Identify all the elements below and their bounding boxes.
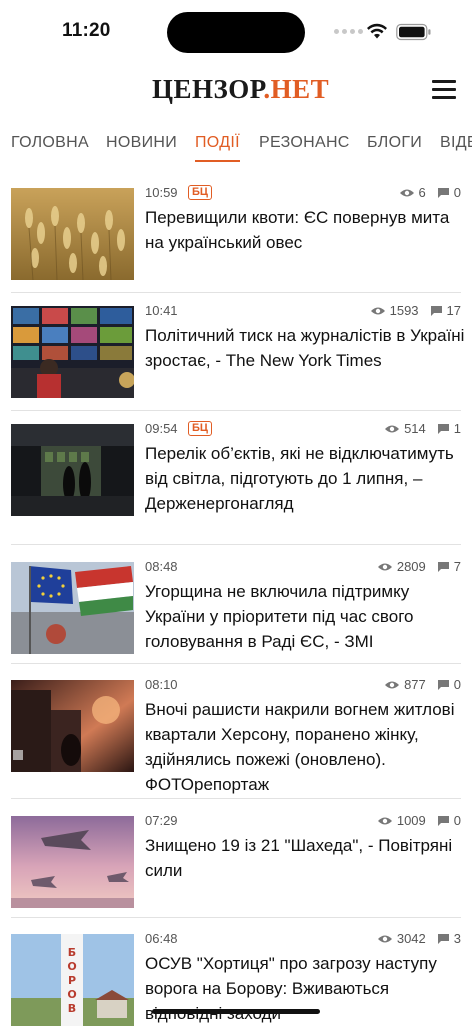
news-title[interactable]: Перевищили квоти: ЄС повернув мита на ук… xyxy=(145,205,465,255)
divider xyxy=(11,917,461,918)
tab-novyny[interactable]: НОВИНИ xyxy=(106,134,177,152)
tab-rezonans[interactable]: РЕЗОНАНС xyxy=(259,134,350,152)
eye-icon xyxy=(377,563,392,570)
comment-icon xyxy=(437,933,449,944)
news-thumbnail-fire-ruins[interactable] xyxy=(11,680,134,772)
wifi-icon xyxy=(367,23,387,39)
news-stats: 1009 0 xyxy=(377,813,461,828)
tab-video[interactable]: ВІДЕО xyxy=(440,134,472,152)
divider xyxy=(11,663,461,664)
svg-text:Б: Б xyxy=(68,946,76,959)
hamburger-menu-icon[interactable] xyxy=(432,80,456,102)
logo-net-text: НЕТ xyxy=(270,74,330,104)
news-meta: 09:54 БЦ 514 1 xyxy=(145,421,461,439)
eye-icon xyxy=(377,817,392,824)
divider xyxy=(11,798,461,799)
views-count: 1593 xyxy=(389,303,419,318)
views-count: 3042 xyxy=(396,931,426,946)
comments-count: 3 xyxy=(453,931,461,946)
battery-icon xyxy=(396,23,431,41)
news-title[interactable]: Вночі рашисти накрили вогнем житлові ква… xyxy=(145,697,465,797)
bc-badge: БЦ xyxy=(188,421,212,436)
divider xyxy=(11,544,461,545)
news-time: 08:48 xyxy=(145,559,178,574)
news-time: 07:29 xyxy=(145,813,178,828)
news-thumbnail-oats[interactable] xyxy=(11,188,134,280)
site-logo[interactable]: ЦЕНЗОР.НЕТ xyxy=(152,74,329,105)
news-title[interactable]: Угорщина не включила підтримку України у… xyxy=(145,579,465,654)
bc-badge: БЦ xyxy=(188,185,212,200)
news-stats: 877 0 xyxy=(384,677,461,692)
svg-text:В: В xyxy=(68,1002,76,1015)
comments-count: 7 xyxy=(453,559,461,574)
views-count: 514 xyxy=(404,421,426,436)
comment-icon xyxy=(437,815,449,826)
signal-dots-icon xyxy=(334,29,363,34)
comment-icon xyxy=(437,187,449,198)
comments-count: 0 xyxy=(453,677,461,692)
news-stats: 6 0 xyxy=(399,185,461,200)
comment-icon xyxy=(437,561,449,572)
svg-text:Р: Р xyxy=(68,974,76,987)
news-meta: 06:48 3042 3 xyxy=(145,931,461,949)
news-thumbnail-shahed-drones[interactable] xyxy=(11,816,134,908)
views-count: 6 xyxy=(418,185,426,200)
comment-icon xyxy=(430,305,442,316)
news-title[interactable]: Перелік об’єктів, які не відключатимуть … xyxy=(145,441,465,516)
comments-count: 0 xyxy=(453,813,461,828)
section-nav: ГОЛОВНА НОВИНИ ПОДІЇ РЕЗОНАНС БЛОГИ ВІДЕ… xyxy=(0,124,472,166)
news-time: 09:54 xyxy=(145,421,178,436)
news-time: 06:48 xyxy=(145,931,178,946)
news-title[interactable]: Знищено 19 із 21 "Шахеда", - Повітряні с… xyxy=(145,833,465,883)
dynamic-island xyxy=(167,12,305,53)
tab-golovna[interactable]: ГОЛОВНА xyxy=(11,134,89,152)
status-time: 11:20 xyxy=(62,20,111,41)
tab-podii[interactable]: ПОДІЇ xyxy=(195,134,240,162)
svg-text:О: О xyxy=(67,960,76,973)
logo-dot: . xyxy=(263,74,271,104)
news-time: 08:10 xyxy=(145,677,178,692)
eye-icon xyxy=(385,425,400,432)
news-title[interactable]: Політичний тиск на журналістів в Україні… xyxy=(145,323,465,373)
comments-count: 1 xyxy=(453,421,461,436)
comments-count: 0 xyxy=(453,185,461,200)
news-meta: 10:59 БЦ 6 0 xyxy=(145,185,461,203)
views-count: 2809 xyxy=(396,559,426,574)
eye-icon xyxy=(377,935,392,942)
news-thumbnail-eu-hungary-flags[interactable] xyxy=(11,562,134,654)
news-meta: 08:48 2809 7 xyxy=(145,559,461,577)
views-count: 1009 xyxy=(396,813,426,828)
svg-text:О: О xyxy=(67,988,76,1001)
comment-icon xyxy=(437,679,449,690)
news-time: 10:41 xyxy=(145,303,178,318)
eye-icon xyxy=(399,189,414,196)
divider xyxy=(11,292,461,293)
news-thumbnail-borova-sign[interactable]: Б О Р О В xyxy=(11,934,134,1026)
news-title[interactable]: ОСУВ "Хортиця" про загрозу наступу ворог… xyxy=(145,951,465,1026)
news-thumbnail-dark-shop[interactable] xyxy=(11,424,134,516)
site-header: ЦЕНЗОР.НЕТ xyxy=(0,64,472,120)
comments-count: 17 xyxy=(446,303,461,318)
logo-main-text: ЦЕНЗОР xyxy=(152,74,264,104)
views-count: 877 xyxy=(404,677,426,692)
news-meta: 07:29 1009 0 xyxy=(145,813,461,831)
news-thumbnail-tv-control-room[interactable] xyxy=(11,306,134,398)
eye-icon xyxy=(370,307,385,314)
home-indicator[interactable] xyxy=(152,1009,320,1014)
status-bar: 11:20 xyxy=(0,0,472,64)
news-meta: 10:41 1593 17 xyxy=(145,303,461,321)
divider xyxy=(11,410,461,411)
news-stats: 1593 17 xyxy=(370,303,461,318)
tab-blogy[interactable]: БЛОГИ xyxy=(367,134,422,152)
news-stats: 3042 3 xyxy=(377,931,461,946)
news-meta: 08:10 877 0 xyxy=(145,677,461,695)
news-time: 10:59 xyxy=(145,185,178,200)
comment-icon xyxy=(437,423,449,434)
news-stats: 2809 7 xyxy=(377,559,461,574)
news-stats: 514 1 xyxy=(384,421,461,436)
eye-icon xyxy=(385,681,400,688)
